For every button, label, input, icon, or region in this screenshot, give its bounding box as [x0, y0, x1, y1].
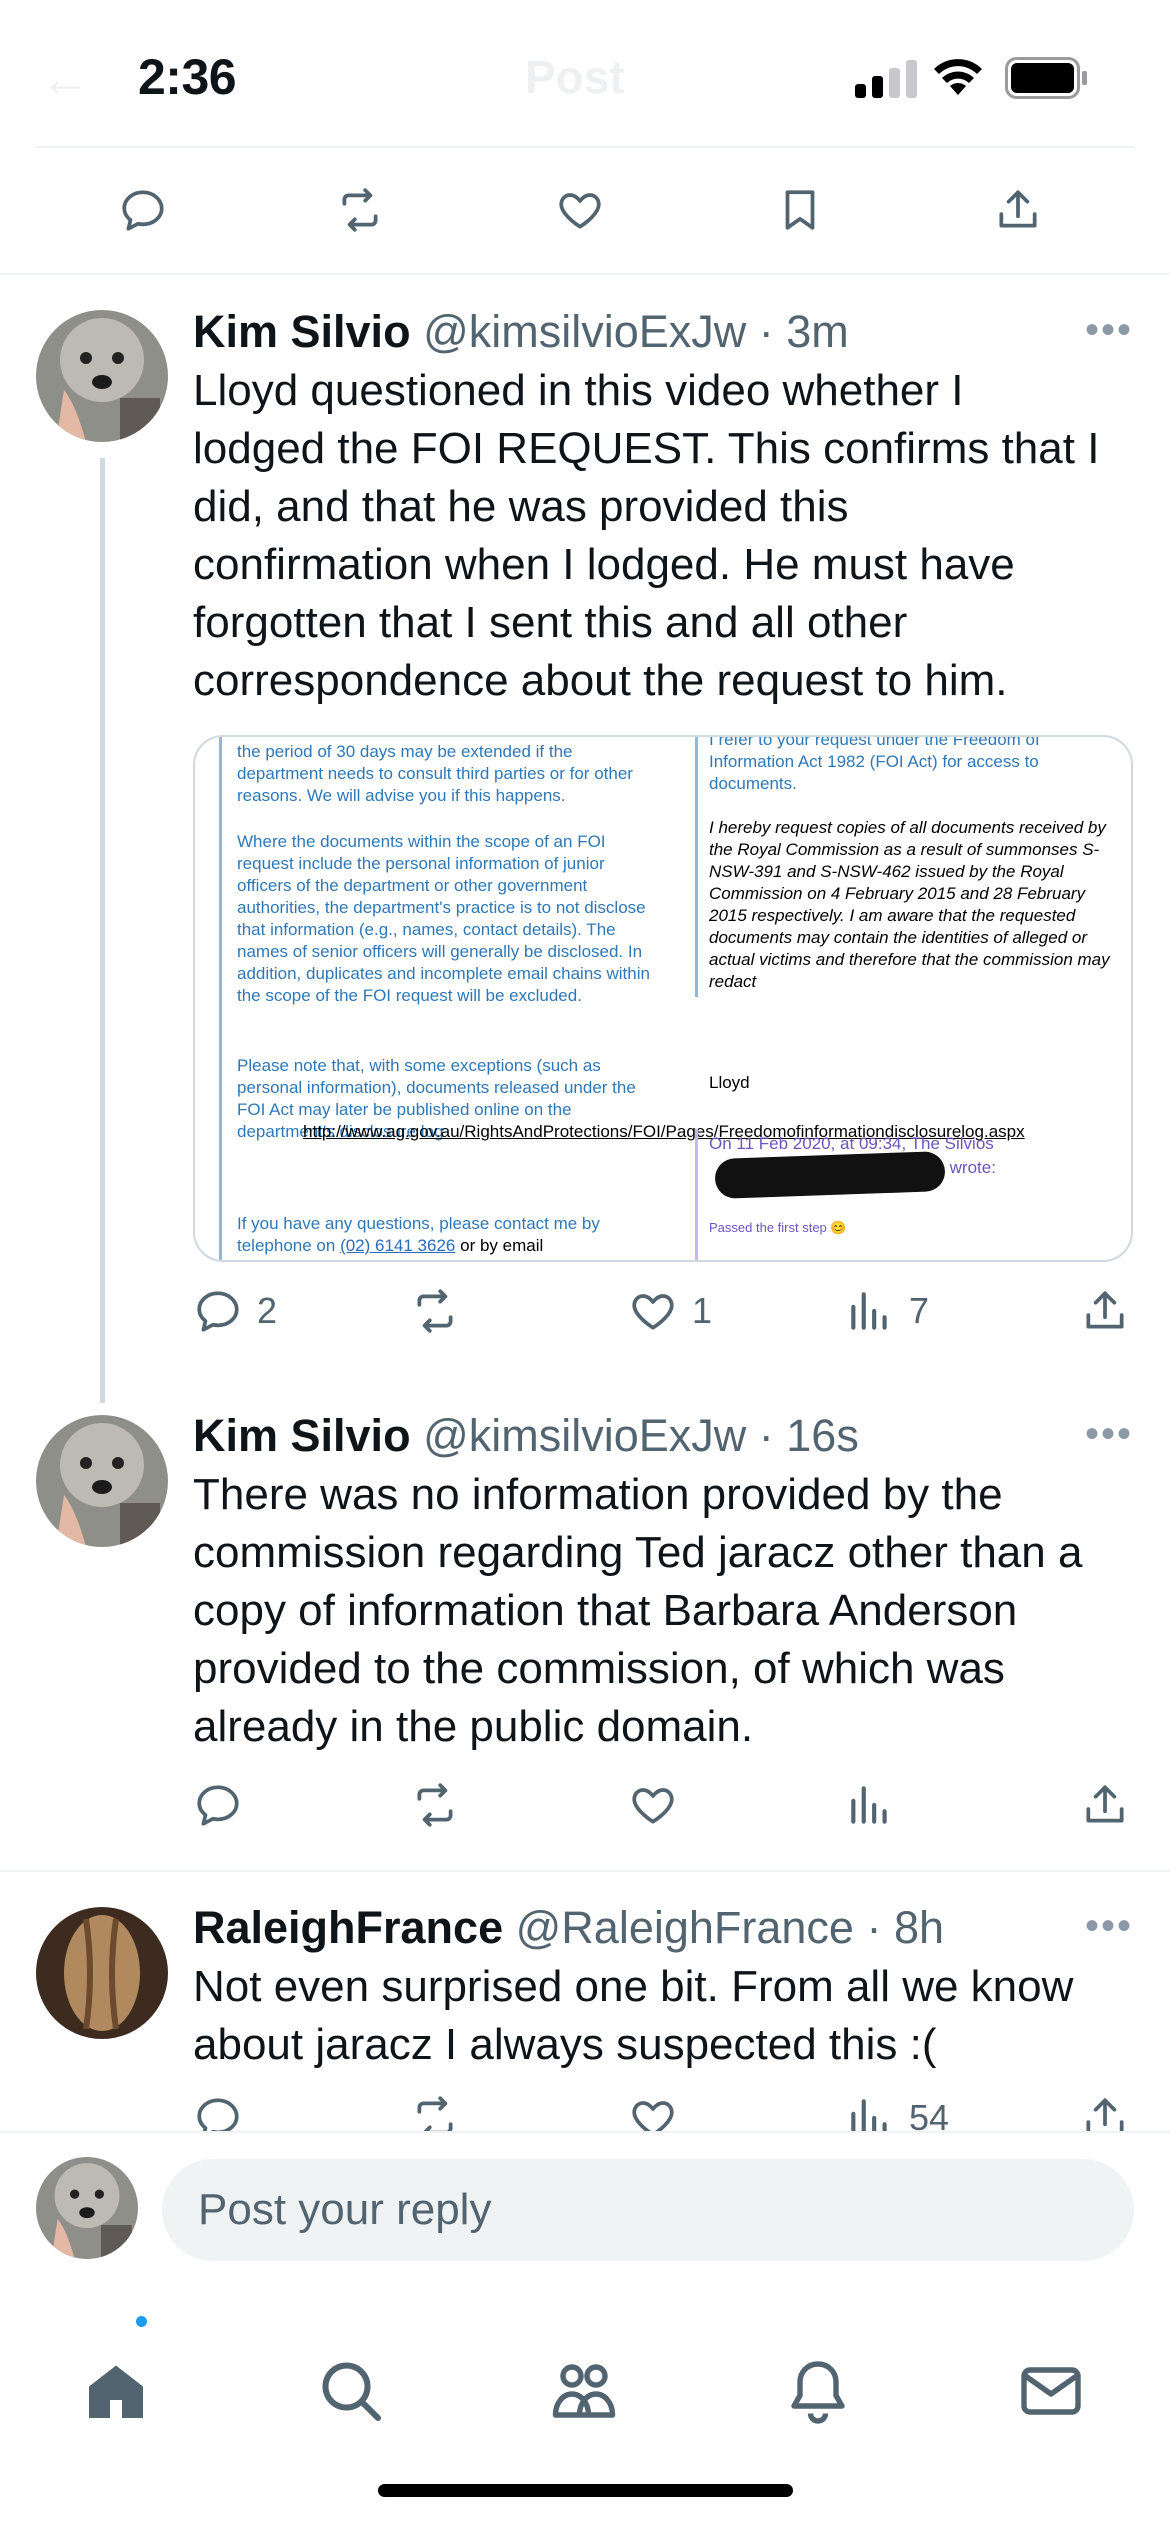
divider [0, 1870, 1170, 1872]
repost-icon [342, 188, 378, 232]
notifications-icon [791, 2361, 845, 2424]
share-button[interactable] [1080, 1780, 1130, 1830]
share-icon [1086, 1291, 1124, 1329]
author-name[interactable]: RaleighFrance [193, 1902, 503, 1953]
tweet-text: Lloyd questioned in this video whether I… [193, 366, 1100, 705]
divider [35, 146, 1135, 148]
thread-line [100, 458, 105, 1403]
views-icon [851, 1292, 887, 1330]
timestamp[interactable]: 16s [786, 1410, 859, 1461]
tab-bar [0, 2299, 1170, 2532]
cellular-signal-icon [855, 58, 919, 98]
tab-search[interactable] [315, 2355, 387, 2427]
repost-icon [417, 1289, 453, 1333]
tab-messages[interactable] [1015, 2355, 1087, 2427]
status-time: 2:36 [138, 49, 237, 105]
author-handle[interactable]: @kimsilvioExJw [423, 1410, 746, 1461]
bookmark-button[interactable] [775, 185, 825, 235]
share-icon [999, 190, 1037, 228]
view-count: 7 [909, 1290, 930, 1331]
like-icon [632, 1788, 674, 1824]
like-button[interactable] [555, 185, 605, 235]
wifi-icon [934, 59, 982, 95]
author-name[interactable]: Kim Silvio [193, 1410, 411, 1461]
header-title: Post [525, 51, 625, 103]
tweet-header: Kim Silvio @kimsilvioExJw · 16s [193, 1410, 859, 1461]
back-arrow-icon[interactable]: ← [40, 50, 90, 108]
reply-button[interactable] [118, 185, 168, 235]
tweet-header: Kim Silvio @kimsilvioExJw · 3m [193, 306, 849, 357]
share-button[interactable] [1080, 1286, 1130, 1336]
author-handle[interactable]: @kimsilvioExJw [423, 306, 746, 357]
tweet-header: RaleighFrance @RaleighFrance · 8h [193, 1902, 945, 1953]
like-icon [559, 193, 601, 229]
tweet-text: There was no information provided by the… [193, 1470, 1083, 1751]
like-count: 1 [692, 1290, 713, 1331]
reply-bar: Post your reply [0, 2131, 1170, 2299]
reply-count: 2 [257, 1290, 278, 1331]
messages-icon [1021, 2367, 1081, 2415]
share-icon [1086, 1785, 1124, 1823]
share-button[interactable] [993, 185, 1043, 235]
status-bar: ← Post 2:36 [0, 0, 1170, 150]
reply-button[interactable] [193, 1780, 257, 1830]
redaction-mark [714, 1150, 946, 1200]
repost-button[interactable] [410, 1780, 474, 1830]
reply-icon [197, 1785, 239, 1826]
avatar[interactable] [36, 1415, 168, 1547]
tab-notifications[interactable] [782, 2355, 854, 2427]
more-options-icon[interactable]: ••• [1085, 1904, 1133, 1949]
bookmark-icon [785, 190, 815, 230]
tweet-text: Not even surprised one bit. From all we … [193, 1962, 1074, 2069]
like-icon [632, 1294, 674, 1330]
more-options-icon[interactable]: ••• [1085, 1412, 1133, 1457]
reply-button[interactable]: 2 [193, 1286, 277, 1336]
reply-input[interactable]: Post your reply [162, 2159, 1134, 2261]
attached-image[interactable]: the period of 30 days may be extended if… [193, 735, 1133, 1262]
avatar[interactable] [36, 310, 168, 442]
like-button[interactable]: 1 [628, 1286, 712, 1336]
repost-icon [417, 1783, 453, 1827]
divider [0, 273, 1170, 275]
search-icon [322, 2362, 381, 2421]
like-button[interactable] [628, 1780, 692, 1830]
views-icon [851, 1786, 887, 1824]
battery-icon [1005, 57, 1087, 99]
timestamp[interactable]: 8h [894, 1902, 944, 1953]
tab-communities[interactable] [548, 2355, 620, 2427]
tab-home[interactable] [80, 2355, 152, 2427]
timestamp[interactable]: 3m [786, 306, 849, 357]
reply-icon [122, 190, 164, 231]
avatar[interactable] [36, 2157, 138, 2259]
communities-icon [552, 2364, 616, 2418]
more-options-icon[interactable]: ••• [1085, 308, 1133, 353]
views-button[interactable]: 7 [845, 1286, 929, 1336]
home-indicator[interactable] [378, 2484, 793, 2497]
reply-icon [197, 1291, 239, 1332]
repost-button[interactable] [410, 1286, 474, 1336]
avatar[interactable] [36, 1907, 168, 2039]
author-handle[interactable]: @RaleighFrance [516, 1902, 854, 1953]
author-name[interactable]: Kim Silvio [193, 306, 411, 357]
home-icon [89, 2365, 143, 2418]
home-notification-dot [133, 2313, 150, 2330]
repost-button[interactable] [335, 185, 385, 235]
views-button[interactable] [845, 1780, 909, 1830]
